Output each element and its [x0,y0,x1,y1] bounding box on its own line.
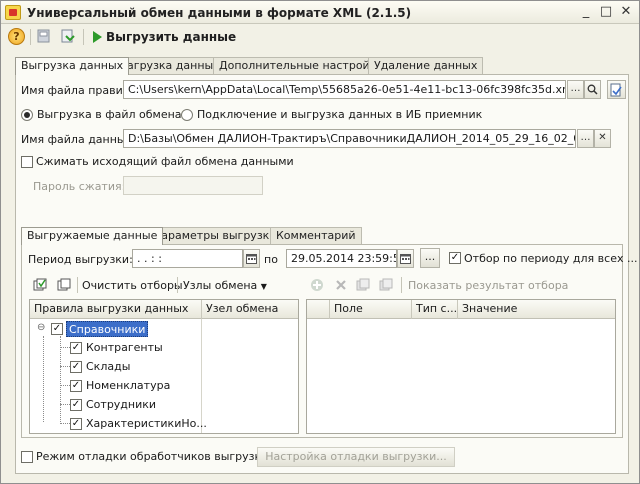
tree-row-checkbox[interactable]: ✓ [70,342,82,354]
toolbar: ? Выгрузить данные [1,25,639,49]
main-tabs: Выгрузка данных Загрузка данных Дополнит… [15,57,484,75]
password-label: Пароль сжатия: [33,180,126,193]
close-button[interactable]: ✕ [618,5,634,20]
period-to-label: по [264,253,278,266]
rules-file-select-button[interactable]: … [567,80,584,99]
data-file-select-button[interactable]: … [577,129,594,148]
read-rules-icon[interactable] [607,80,626,99]
tree-row[interactable]: ✓ ХарактеристикиНо... [30,415,207,433]
tree-row-checkbox[interactable]: ✓ [70,399,82,411]
app-icon [5,5,21,20]
tree-row[interactable]: ✓ Сотрудники [30,396,200,415]
node-column-header[interactable]: Узел обмена [202,300,298,319]
rules-tree-grid: Правила выгрузки данных Узел обмена ⊖ ✓ … [29,299,299,434]
title-bar: Универсальный обмен данными в формате XM… [1,1,639,24]
toolbar-separator [30,29,31,45]
tab-delete-data[interactable]: Удаление данных [368,57,484,74]
value-column-header[interactable]: Значение [458,300,615,319]
debug-mode-checkbox[interactable] [21,451,33,463]
tree-row-label: Контрагенты [86,341,163,354]
filter-grid-header: Поле Тип с... Значение [307,300,615,319]
window-title: Универсальный обмен данными в формате XM… [27,6,412,20]
period-to-input[interactable]: 29.05.2014 23:59:59 [286,249,397,268]
paste-filter-icon[interactable] [379,278,393,292]
calendar-to-icon[interactable] [397,249,414,268]
password-input[interactable] [123,176,263,195]
filter-grid: Поле Тип с... Значение [306,299,616,434]
export-to-ib-label[interactable]: Подключение и выгрузка данных в ИБ прием… [197,108,482,121]
tree-row[interactable]: ✓ Номенклатура [30,377,200,396]
type-column-header[interactable]: Тип с... [412,300,458,319]
show-filter-result-button[interactable]: Показать результат отбора [408,279,568,292]
main-window: Универсальный обмен данными в формате XM… [0,0,640,484]
export-to-file-radio[interactable] [21,109,33,121]
check-all-icon[interactable] [33,278,47,292]
tab-export[interactable]: Выгрузка данных [15,57,130,75]
data-file-label: Имя файла данных: [21,133,136,146]
tree-row-checkbox[interactable]: ✓ [70,380,82,392]
data-file-clear-button[interactable]: ✕ [594,129,611,148]
tree-row-label: Номенклатура [86,379,171,392]
tree-row-root[interactable]: ⊖ ✓ Справочники [30,320,200,339]
minimize-button[interactable]: _ [578,5,594,20]
save-settings-icon[interactable] [36,28,52,46]
period-filter-checkbox[interactable]: ✓ [449,252,461,264]
period-select-button[interactable]: ... [420,248,440,268]
tab-exported-data[interactable]: Выгружаемые данные [21,227,164,245]
tree-row-checkbox[interactable]: ✓ [70,418,82,430]
tree-row-checkbox[interactable]: ✓ [70,361,82,373]
export-data-label: Выгрузить данные [106,30,237,44]
calendar-from-icon[interactable] [243,249,260,268]
exchange-nodes-button[interactable]: Узлы обмена ▼ [183,279,267,292]
delete-filter-icon[interactable] [334,278,348,292]
tree-root-checkbox[interactable]: ✓ [51,323,63,335]
filter-flag-column-header [307,300,330,319]
tree-row[interactable]: ✓ Склады [30,358,200,377]
rules-column-header[interactable]: Правила выгрузки данных [30,300,202,319]
tree-row-label: ХарактеристикиНо... [86,417,207,430]
clear-filters-button[interactable]: Очистить отборы [82,279,183,292]
chevron-down-icon: ▼ [260,282,267,291]
grid-toolbar-separator [77,277,78,293]
play-icon [93,31,102,43]
compress-label[interactable]: Сжимать исходящий файл обмена данными [36,155,294,168]
help-button[interactable]: ? [8,28,25,45]
maximize-button[interactable]: □ [598,5,614,20]
export-to-ib-radio[interactable] [181,109,193,121]
toolbar-separator [83,29,84,45]
compress-checkbox[interactable] [21,156,33,168]
debug-settings-button[interactable]: Настройка отладки выгрузки... [257,447,455,467]
tab-export-params[interactable]: Параметры выгрузки [147,227,283,244]
tree-root-label[interactable]: Справочники [66,321,149,337]
export-to-file-label[interactable]: Выгрузка в файл обмена [37,108,182,121]
export-data-button[interactable]: Выгрузить данные [93,28,236,46]
field-column-header[interactable]: Поле [330,300,412,319]
tree-row-label: Сотрудники [86,398,157,411]
sub-tabs: Выгружаемые данные Параметры выгрузки Ко… [21,227,362,245]
load-settings-icon[interactable] [60,28,76,46]
rules-file-label: Имя файла правил: [21,84,134,97]
tree-row[interactable]: ✓ Контрагенты [30,339,200,358]
grid-toolbar-separator [401,277,402,293]
uncheck-all-icon[interactable] [57,278,71,292]
copy-filter-icon[interactable] [356,278,370,292]
data-file-input[interactable]: D:\Базы\Обмен ДАЛИОН-Трактиръ\Справочник… [123,129,576,148]
tab-comment[interactable]: Комментарий [270,227,362,244]
collapse-icon[interactable]: ⊖ [37,322,45,333]
period-filter-label[interactable]: Отбор по периоду для всех ... [464,252,637,265]
tree-row-label: Склады [86,360,131,373]
grid-toolbar-separator [177,277,178,293]
add-filter-icon[interactable] [310,278,324,292]
period-from-input[interactable]: . . : : [132,249,243,268]
tab-extra-settings[interactable]: Дополнительные настройки [213,57,390,74]
rules-file-search-icon[interactable] [584,80,601,99]
rules-file-input[interactable]: C:\Users\kern\AppData\Local\Temp\55685a2… [123,80,566,99]
period-label: Период выгрузки: [28,253,133,266]
debug-mode-label[interactable]: Режим отладки обработчиков выгрузки [36,450,268,463]
tab-import[interactable]: Загрузка данных [114,57,226,74]
rules-grid-header: Правила выгрузки данных Узел обмена [30,300,298,319]
exchange-nodes-label: Узлы обмена [183,279,258,292]
